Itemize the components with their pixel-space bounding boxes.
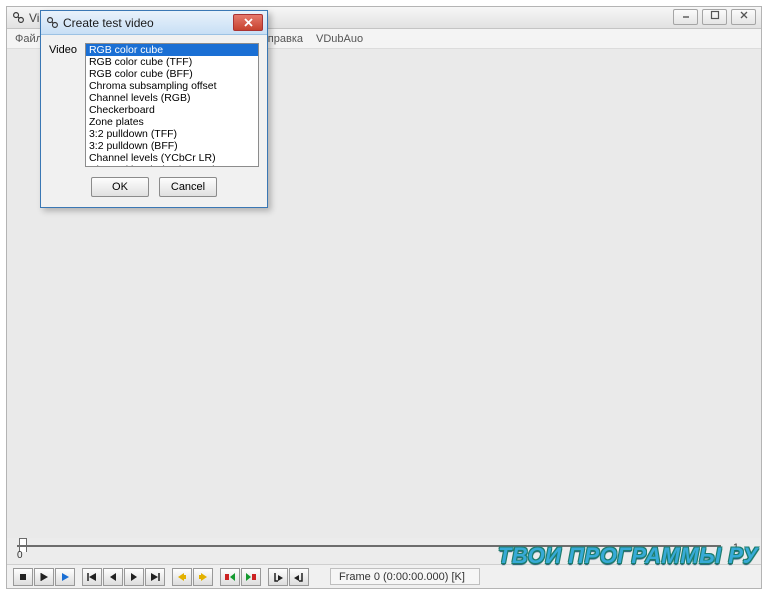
mark-in-button[interactable] [268, 568, 288, 586]
mark-out-button[interactable] [289, 568, 309, 586]
close-button[interactable] [731, 9, 756, 25]
play-input-button[interactable] [34, 568, 54, 586]
video-type-list[interactable]: RGB color cubeRGB color cube (TFF)RGB co… [85, 43, 259, 167]
video-type-item[interactable]: Channel levels (RGB) [86, 92, 258, 104]
video-type-item[interactable]: Channel levels (YCbCr LR) [86, 152, 258, 164]
app-title: Vi [29, 11, 39, 25]
app-icon [12, 11, 25, 24]
create-test-video-dialog: Create test video Video RGB color cubeRG… [40, 10, 268, 208]
video-type-item[interactable]: Checkerboard [86, 104, 258, 116]
video-type-item[interactable]: Chroma subsampling offset [86, 80, 258, 92]
video-type-item[interactable]: RGB color cube (BFF) [86, 68, 258, 80]
scene-prev-button[interactable] [220, 568, 240, 586]
menu-file[interactable]: Файл [15, 33, 42, 45]
dialog-close-button[interactable] [233, 14, 263, 31]
step-back-button[interactable] [103, 568, 123, 586]
scene-next-button[interactable] [241, 568, 261, 586]
play-output-button[interactable] [55, 568, 75, 586]
go-start-button[interactable] [82, 568, 102, 586]
video-type-item[interactable]: 3:2 pulldown (TFF) [86, 128, 258, 140]
cancel-button[interactable]: Cancel [159, 177, 217, 197]
dialog-side-label: Video [49, 43, 77, 56]
maximize-button[interactable] [702, 9, 727, 25]
timeline[interactable]: 0 1 [7, 538, 761, 564]
dialog-icon [46, 16, 59, 29]
key-next-button[interactable] [193, 568, 213, 586]
video-type-item[interactable]: 3:2 pulldown (BFF) [86, 140, 258, 152]
ok-button[interactable]: OK [91, 177, 149, 197]
timeline-track[interactable] [17, 545, 721, 547]
transport-toolbar: Frame 0 (0:00:00.000) [K] [7, 564, 761, 588]
video-type-item[interactable]: RGB color cube (TFF) [86, 56, 258, 68]
video-type-item[interactable]: Zone plates [86, 116, 258, 128]
minimize-button[interactable] [673, 9, 698, 25]
timeline-start-label: 0 [17, 550, 23, 561]
dialog-title: Create test video [63, 16, 154, 30]
frame-status: Frame 0 (0:00:00.000) [K] [330, 568, 480, 585]
video-type-item[interactable]: RGB color cube [86, 44, 258, 56]
menu-vdub[interactable]: VDubAuo [316, 33, 363, 45]
video-type-item[interactable]: Channel levels (YCbCr FR) [86, 164, 258, 167]
step-forward-button[interactable] [124, 568, 144, 586]
key-prev-button[interactable] [172, 568, 192, 586]
dialog-title-bar[interactable]: Create test video [41, 11, 267, 35]
go-end-button[interactable] [145, 568, 165, 586]
timeline-end-label: 1 [733, 542, 739, 554]
stop-button[interactable] [13, 568, 33, 586]
